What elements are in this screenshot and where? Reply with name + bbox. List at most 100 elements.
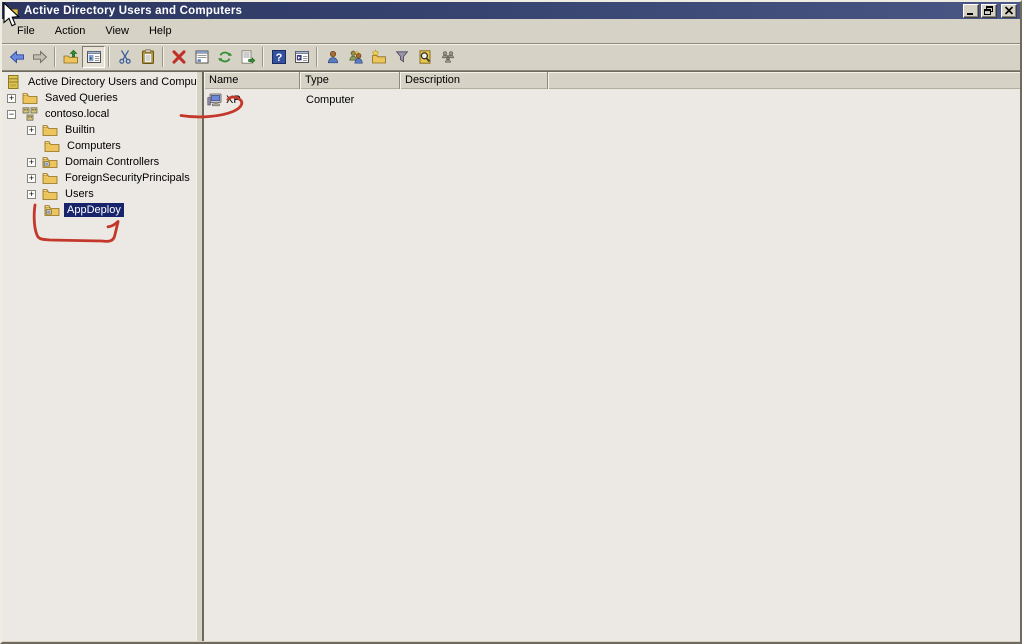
paste-icon (141, 49, 154, 64)
tree-item-appdeploy[interactable]: AppDeploy (2, 202, 196, 218)
forward-icon (32, 50, 47, 64)
tree-item-label: Builtin (65, 124, 95, 136)
folder-icon (44, 141, 60, 152)
collapse-toggle[interactable]: − (7, 109, 16, 119)
tree-item-label: Domain Controllers (65, 156, 160, 168)
toolbar-separator (316, 47, 318, 67)
ou-folder-icon (42, 157, 58, 168)
list-header: Name Type Description (204, 72, 1020, 89)
forward-button[interactable] (28, 46, 51, 68)
folder-icon (42, 125, 58, 136)
folder-icon (22, 93, 38, 104)
close-icon (1004, 6, 1014, 15)
up-one-level-button[interactable] (59, 46, 82, 68)
help-button[interactable]: ? (267, 46, 290, 68)
back-icon (9, 50, 24, 64)
tree-item-users[interactable]: + Users (2, 186, 196, 202)
refresh-icon (217, 51, 232, 63)
tree-item-root[interactable]: Active Directory Users and Comput (2, 74, 196, 90)
cut-icon (118, 50, 131, 64)
tree-item-label: ForeignSecurityPrincipals (65, 172, 190, 184)
advanced-button[interactable] (436, 46, 459, 68)
export-list-button[interactable] (236, 46, 259, 68)
up-one-level-icon (63, 49, 78, 64)
folder-icon (42, 173, 58, 184)
tree-item-label: Saved Queries (45, 92, 118, 104)
client-area: Active Directory Users and Comput + Save… (2, 71, 1020, 641)
console-tree-pane: Active Directory Users and Comput + Save… (2, 72, 196, 641)
find-icon (419, 50, 430, 64)
menu-bar: File Action View Help (2, 19, 1020, 44)
paste-button[interactable] (136, 46, 159, 68)
show-console-tree-icon (86, 51, 101, 63)
back-button[interactable] (5, 46, 28, 68)
advanced-icon (441, 51, 454, 63)
pane-splitter[interactable] (196, 72, 204, 641)
menu-view[interactable]: View (95, 21, 139, 42)
restore-icon (984, 5, 993, 15)
domain-icon (22, 107, 38, 121)
create-ou-button[interactable] (367, 46, 390, 68)
tree-item-label: Active Directory Users and Comput (28, 76, 196, 88)
minimize-button[interactable] (963, 3, 979, 18)
column-header-description[interactable]: Description (400, 72, 548, 89)
aduc-window: { "window": { "title": "Active Directory… (0, 0, 1022, 644)
tree-item-label: Users (65, 188, 94, 200)
properties-button[interactable] (190, 46, 213, 68)
close-button[interactable] (1001, 3, 1017, 18)
tree-item-builtin[interactable]: + Builtin (2, 122, 196, 138)
expand-toggle[interactable]: + (7, 93, 16, 103)
menu-help[interactable]: Help (139, 21, 182, 42)
show-console-tree-button[interactable] (82, 46, 105, 68)
filter-button[interactable] (390, 46, 413, 68)
expand-toggle[interactable]: + (27, 173, 36, 183)
list-cell-type: Computer (300, 94, 400, 106)
expand-toggle[interactable]: + (27, 189, 36, 199)
list-row-xp[interactable]: XP Computer (204, 91, 1020, 108)
delete-button[interactable] (167, 46, 190, 68)
list-cell-name: XP (204, 92, 300, 108)
cut-button[interactable] (113, 46, 136, 68)
refresh-button[interactable] (213, 46, 236, 68)
column-header-type[interactable]: Type (300, 72, 400, 89)
list-item-name: XP (226, 93, 241, 106)
computer-icon (207, 93, 222, 106)
menu-action[interactable]: Action (45, 21, 96, 42)
menu-file[interactable]: File (7, 21, 45, 42)
list-item-type: Computer (306, 93, 355, 106)
create-group-button[interactable] (344, 46, 367, 68)
create-user-button[interactable] (321, 46, 344, 68)
export-list-icon (241, 50, 255, 64)
ou-folder-icon (44, 205, 60, 216)
title-bar[interactable]: Active Directory Users and Computers (2, 2, 1020, 19)
tree-item-domain-controllers[interactable]: + Domain Controllers (2, 154, 196, 170)
find-button[interactable] (413, 46, 436, 68)
svg-text:?: ? (275, 52, 282, 64)
expand-toggle[interactable]: + (27, 125, 36, 135)
create-user-icon (327, 50, 338, 64)
folder-icon (42, 189, 58, 200)
minimize-icon (967, 12, 973, 15)
column-header-filler (548, 72, 1020, 89)
show-action-pane-button[interactable] (290, 46, 313, 68)
tree-item-label: Computers (67, 140, 121, 152)
column-header-name[interactable]: Name (204, 72, 300, 89)
tree-item-foreignsecurityprincipals[interactable]: + ForeignSecurityPrincipals (2, 170, 196, 186)
restore-button[interactable] (981, 3, 997, 18)
properties-icon (195, 50, 208, 64)
console-root-icon (8, 75, 19, 89)
window-icon (5, 6, 19, 16)
create-group-icon (348, 50, 363, 64)
toolbar-separator (108, 47, 110, 67)
tree-item-computers[interactable]: Computers (2, 138, 196, 154)
tree-item-saved-queries[interactable]: + Saved Queries (2, 90, 196, 106)
show-action-pane-icon (294, 51, 309, 63)
toolbar-separator (54, 47, 56, 67)
result-list-pane: Name Type Description XP Computer (204, 72, 1020, 641)
delete-icon (172, 50, 185, 64)
expand-toggle[interactable]: + (27, 157, 36, 167)
filter-icon (395, 51, 408, 63)
tree-item-contoso-local[interactable]: − contoso.local (2, 106, 196, 122)
window-title: Active Directory Users and Computers (24, 4, 243, 17)
help-icon: ? (271, 50, 286, 64)
